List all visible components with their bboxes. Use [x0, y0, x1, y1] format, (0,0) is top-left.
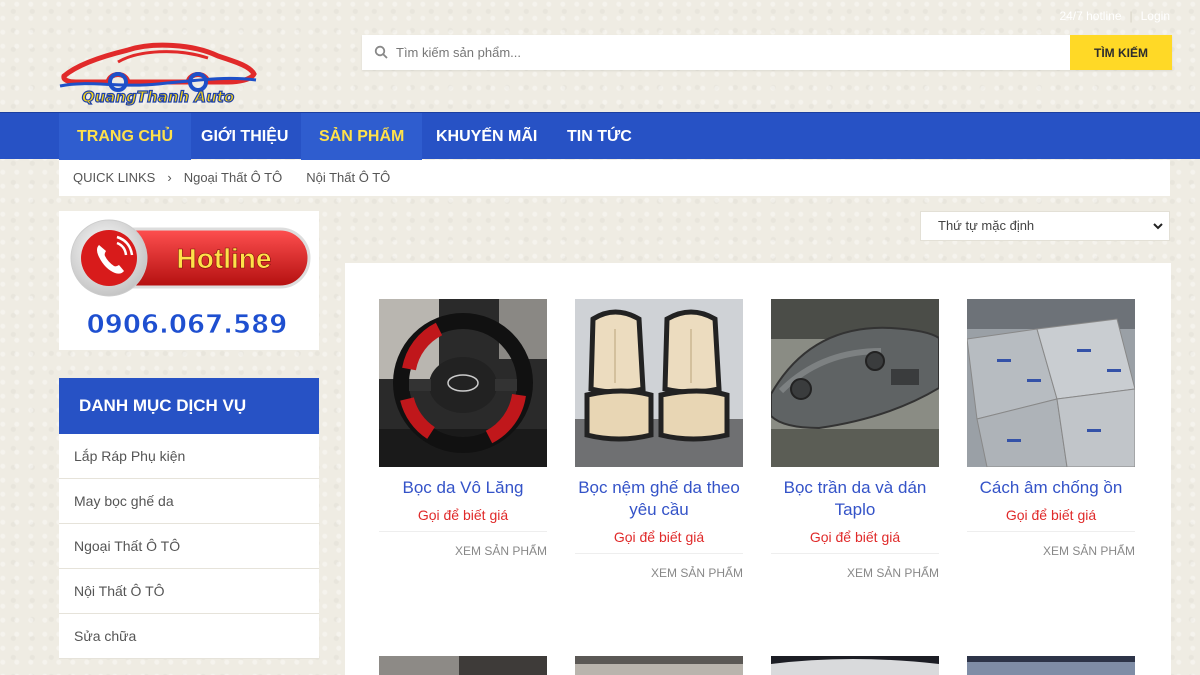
site-logo[interactable]: QuangThanh Auto — [58, 36, 258, 108]
logo-text: QuangThanh Auto — [82, 88, 234, 106]
main-nav: TRANG CHỦ GIỚI THIỆU SẢN PHẨM KHUYẾN MÃI… — [0, 112, 1200, 160]
product-title[interactable]: Cách âm chống ồn — [967, 477, 1135, 499]
chevron-right-icon: › — [167, 170, 172, 185]
category-item[interactable]: May bọc ghế da — [59, 479, 319, 524]
quick-link-interior[interactable]: Nội Thất Ô TÔ — [306, 170, 390, 185]
category-item[interactable]: Ngoại Thất Ô TÔ — [59, 524, 319, 569]
nav-item-about[interactable]: GIỚI THIỆU — [183, 113, 306, 160]
product-card[interactable]: Cách âm chống ồn Gọi để biết giá XEM SẢN… — [967, 299, 1135, 558]
view-product-link[interactable]: XEM SẢN PHẨM — [379, 531, 547, 558]
top-link-login[interactable]: Login — [1141, 9, 1170, 23]
car-logo-icon: QuangThanh Auto — [59, 42, 257, 107]
top-links: 24/7 hotline | Login — [1059, 9, 1170, 23]
product-image-steering-wheel[interactable] — [379, 299, 547, 467]
product-image-preview[interactable] — [575, 656, 743, 675]
nav-item-products[interactable]: SẢN PHẨM — [301, 113, 423, 160]
search-bar: TÌM KIẾM — [362, 35, 1172, 70]
search-icon — [374, 45, 388, 59]
category-item[interactable]: Lắp Ráp Phụ kiện — [59, 434, 319, 479]
product-title[interactable]: Bọc nệm ghế da theo yêu cầu — [575, 477, 743, 521]
view-product-link[interactable]: XEM SẢN PHẨM — [575, 553, 743, 580]
product-price: Gọi để biết giá — [417, 507, 509, 523]
nav-item-promotions[interactable]: KHUYẾN MÃI — [418, 113, 555, 160]
product-image-sound-insulation[interactable] — [967, 299, 1135, 467]
hotline-banner[interactable]: Hotline 0906.067.589 — [59, 211, 319, 350]
product-price: Gọi để biết giá — [809, 529, 901, 545]
product-image-dashboard[interactable] — [771, 299, 939, 467]
product-title[interactable]: Bọc trần da và dán Taplo — [771, 477, 939, 521]
nav-item-news[interactable]: TIN TỨC — [549, 113, 650, 160]
top-link-account[interactable]: 24/7 hotline — [1059, 9, 1121, 23]
product-grid: Bọc da Vô Lăng Gọi để biết giá XEM SẢN P… — [345, 263, 1171, 675]
search-button[interactable]: TÌM KIẾM — [1070, 35, 1172, 70]
product-image-preview[interactable] — [771, 656, 939, 675]
category-item[interactable]: Sửa chữa — [59, 614, 319, 659]
view-product-link[interactable]: XEM SẢN PHẨM — [967, 531, 1135, 558]
category-title: DANH MỤC DỊCH VỤ — [59, 378, 319, 434]
product-image-preview[interactable] — [967, 656, 1135, 675]
nav-item-home[interactable]: TRANG CHỦ — [59, 113, 191, 160]
quick-links-label: QUICK LINKS — [73, 170, 156, 185]
product-card[interactable]: Bọc trần da và dán Taplo Gọi để biết giá… — [771, 299, 939, 580]
search-input[interactable] — [396, 35, 1086, 70]
sort-selected-value: Thứ tự mặc định — [938, 218, 1035, 233]
category-item[interactable]: Nội Thất Ô TÔ — [59, 569, 319, 614]
hotline-graphic: Hotline 0906.067.589 — [70, 219, 311, 341]
top-link-separator: | — [1129, 9, 1133, 23]
product-card[interactable]: Bọc da Vô Lăng Gọi để biết giá XEM SẢN P… — [379, 299, 547, 558]
product-price: Gọi để biết giá — [1005, 507, 1097, 523]
product-card[interactable]: Bọc nệm ghế da theo yêu cầu Gọi để biết … — [575, 299, 743, 580]
category-sidebar: DANH MỤC DỊCH VỤ Lắp Ráp Phụ kiện May bọ… — [59, 378, 319, 659]
quick-links-bar: QUICK LINKS › Ngoại Thất Ô TÔ Nội Thất Ô TÔ — [59, 160, 1170, 196]
product-title[interactable]: Bọc da Vô Lăng — [379, 477, 547, 499]
hotline-phone[interactable]: 0906.067.589 — [86, 310, 288, 341]
sort-select[interactable]: Thứ tự mặc định — [920, 211, 1170, 241]
hotline-label: Hotline — [177, 243, 272, 274]
product-image-seats[interactable] — [575, 299, 743, 467]
product-image-preview[interactable] — [379, 656, 547, 675]
view-product-link[interactable]: XEM SẢN PHẨM — [771, 553, 939, 580]
chevron-down-icon — [1153, 223, 1163, 230]
product-price: Gọi để biết giá — [613, 529, 705, 545]
quick-link-exterior[interactable]: Ngoại Thất Ô TÔ — [184, 170, 283, 185]
